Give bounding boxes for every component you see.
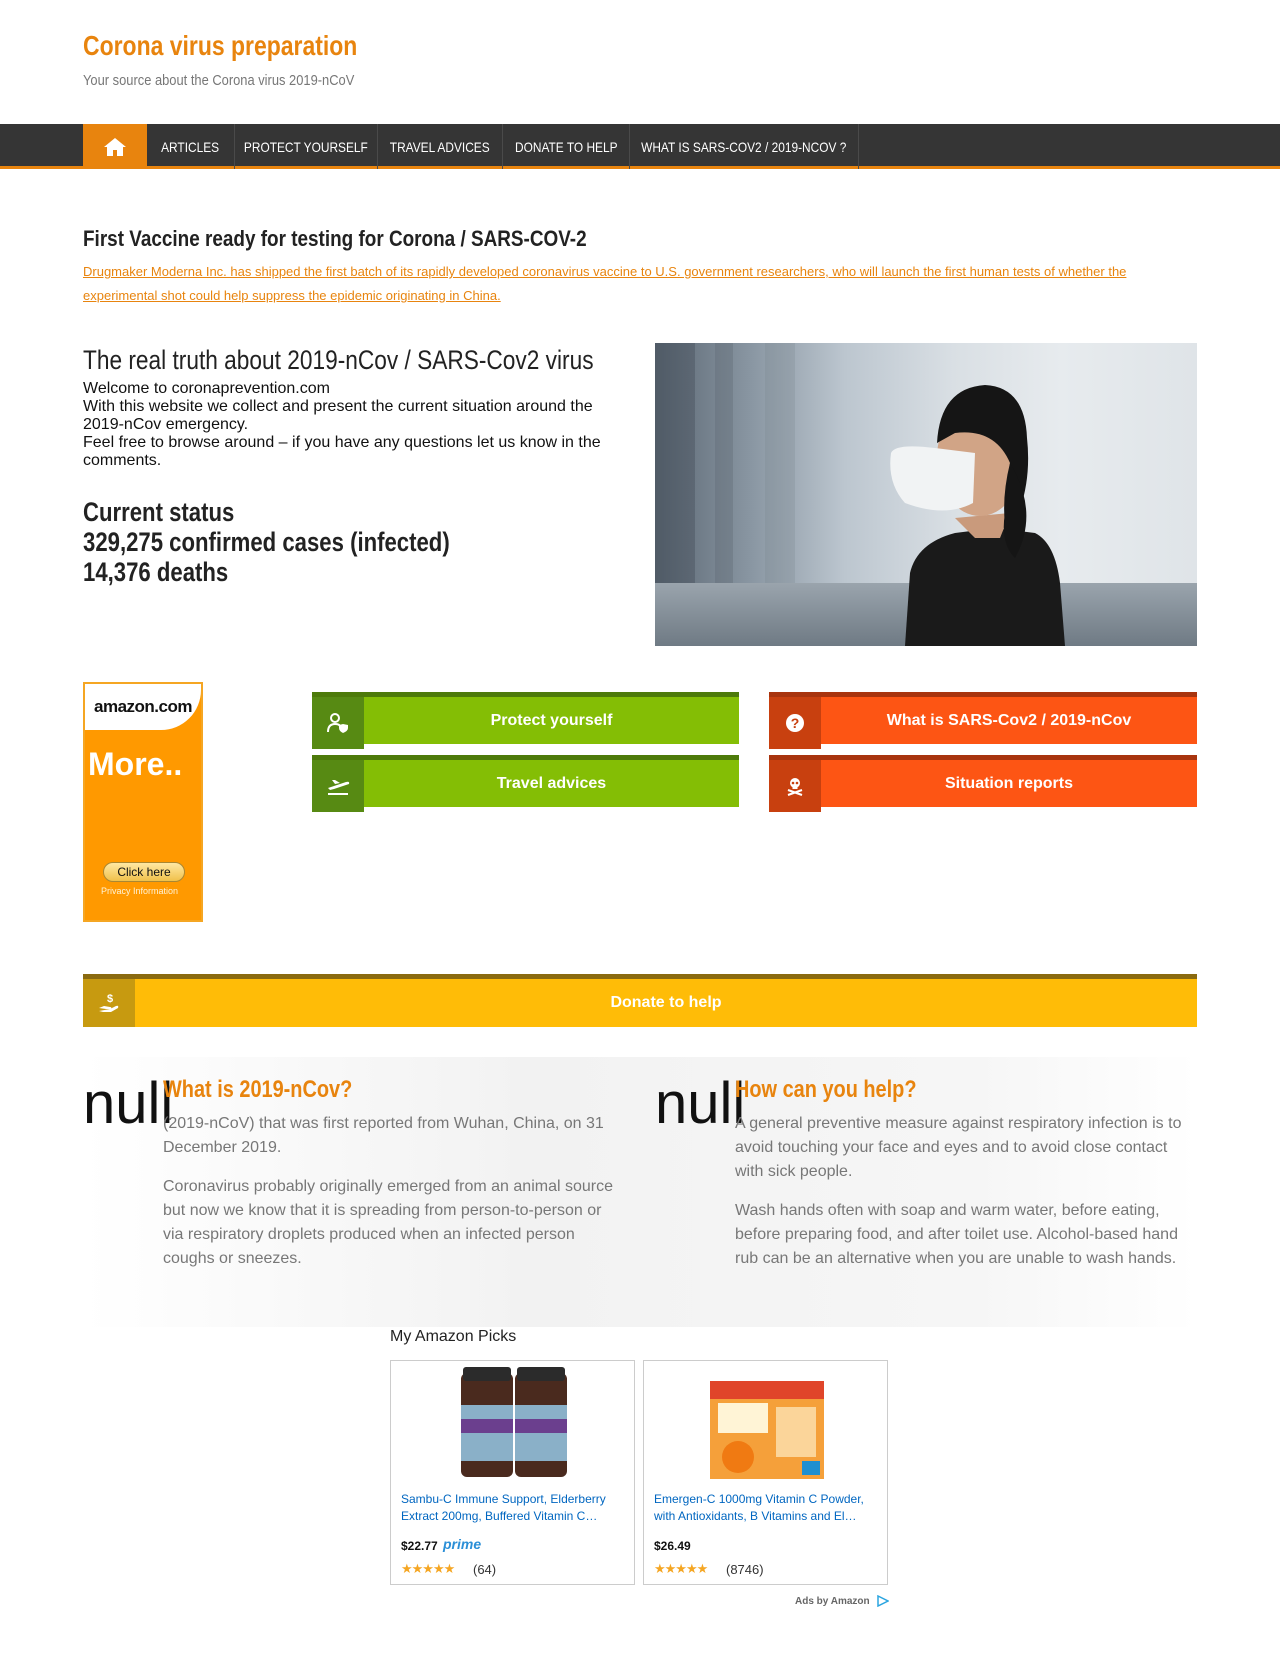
site-title[interactable]: Corona virus preparation xyxy=(83,30,357,62)
nav-item-what-is-sars-cov2[interactable]: WHAT IS SARS-COV2 / 2019-NCOV ? xyxy=(630,124,859,169)
deaths-count: 14,376 deaths xyxy=(83,557,229,587)
product-price: $22.77 xyxy=(401,1539,438,1553)
prime-badge: prime xyxy=(443,1536,482,1552)
situation-reports-button[interactable]: Situation reports xyxy=(769,755,1197,812)
user-shield-icon xyxy=(312,697,364,749)
info-section: null What is 2019-nCov? (2019-nCoV) that… xyxy=(83,1057,1197,1327)
intro-line: Welcome to coronaprevention.com xyxy=(83,380,330,397)
protect-yourself-button[interactable]: Protect yourself xyxy=(312,692,739,749)
review-count[interactable]: (64) xyxy=(473,1562,496,1577)
current-status: Current status 329,275 confirmed cases (… xyxy=(83,497,450,587)
status-heading: Current status xyxy=(83,497,235,527)
amazon-ad-banner[interactable]: amazon.com More.. Click here Privacy Inf… xyxy=(83,682,203,922)
travel-advices-button[interactable]: Travel advices xyxy=(312,755,739,812)
product-image-emergen-c[interactable] xyxy=(710,1367,824,1483)
adchoices-icon[interactable] xyxy=(877,1595,889,1607)
info-text-what-is: (2019-nCoV) that was first reported from… xyxy=(163,1115,613,1267)
amazon-pick-card[interactable]: Sambu-C Immune Support, Elderberry Extra… xyxy=(390,1360,635,1585)
home-icon xyxy=(104,137,126,156)
amazon-logo: amazon.com xyxy=(85,684,201,730)
skull-crossbones-icon xyxy=(769,760,821,812)
donate-hand-icon: $ xyxy=(83,979,135,1027)
svg-text:?: ? xyxy=(791,715,800,731)
review-count[interactable]: (8746) xyxy=(726,1562,764,1577)
rating-stars-icon: ★★★★★ xyxy=(401,1561,455,1576)
nav-home[interactable] xyxy=(83,124,147,169)
info-title-what-is[interactable]: What is 2019-nCov? xyxy=(163,1076,352,1104)
confirmed-cases: 329,275 confirmed cases (infected) xyxy=(83,527,450,557)
nav-item-articles[interactable]: ARTICLES xyxy=(147,124,235,169)
svg-text:$: $ xyxy=(107,993,113,1005)
amazon-pick-card[interactable]: Emergen-C 1000mg Vitamin C Powder, with … xyxy=(643,1360,888,1585)
nav-item-travel-advices[interactable]: TRAVEL ADVICES xyxy=(378,124,503,169)
broken-image: null xyxy=(655,1071,746,1136)
plane-icon xyxy=(312,760,364,812)
nav-item-donate-to-help[interactable]: DONATE TO HELP xyxy=(503,124,630,169)
amazon-ad-more: More.. xyxy=(88,746,183,782)
main-navigation: ARTICLES PROTECT YOURSELF TRAVEL ADVICES… xyxy=(0,124,1280,169)
ads-by-amazon-label[interactable]: Ads by Amazon xyxy=(795,1596,870,1607)
what-is-sars-cov2-button[interactable]: ? What is SARS-Cov2 / 2019-nCov xyxy=(769,692,1197,749)
intro-text: Welcome to coronaprevention.com With thi… xyxy=(83,380,628,470)
broken-image: null xyxy=(83,1071,174,1136)
intro-line: With this website we collect and present… xyxy=(83,398,593,433)
amazon-privacy-link[interactable]: Privacy Information xyxy=(101,886,178,896)
vaccine-article-link[interactable]: Drugmaker Moderna Inc. has shipped the f… xyxy=(83,260,1203,308)
rating-stars-icon: ★★★★★ xyxy=(654,1561,708,1576)
info-text-how-help: A general preventive measure against res… xyxy=(735,1115,1182,1267)
amazon-click-here-button[interactable]: Click here xyxy=(103,862,185,882)
intro-line: Feel free to browse around – if you have… xyxy=(83,434,601,469)
nav-item-protect-yourself[interactable]: PROTECT YOURSELF xyxy=(235,124,378,169)
truth-heading: The real truth about 2019-nCov / SARS-Co… xyxy=(83,345,594,375)
vaccine-heading: First Vaccine ready for testing for Coro… xyxy=(83,226,587,251)
site-description: Your source about the Corona virus 2019-… xyxy=(83,72,355,89)
product-price: $26.49 xyxy=(654,1539,691,1553)
donate-to-help-button[interactable]: $ Donate to help xyxy=(83,974,1197,1027)
amazon-picks-title: My Amazon Picks xyxy=(390,1328,517,1345)
product-name-link[interactable]: Sambu-C Immune Support, Elderberry Extra… xyxy=(401,1491,626,1525)
question-circle-icon: ? xyxy=(769,697,821,749)
product-name-link[interactable]: Emergen-C 1000mg Vitamin C Powder, with … xyxy=(654,1491,879,1525)
hero-image-woman-mask xyxy=(655,343,1197,646)
info-title-how-help[interactable]: How can you help? xyxy=(735,1076,917,1104)
product-image-sambu[interactable] xyxy=(457,1367,571,1483)
